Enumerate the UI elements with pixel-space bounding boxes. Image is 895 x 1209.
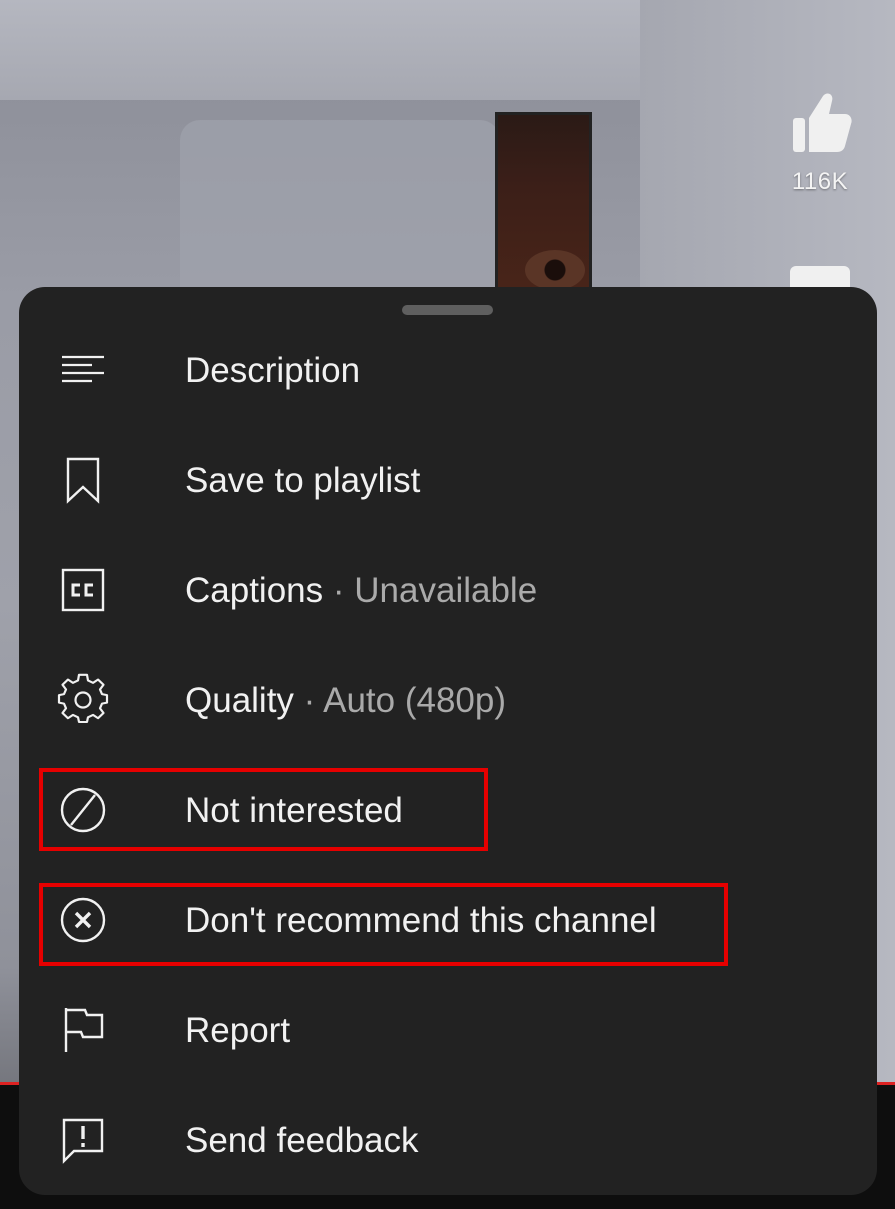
menu-item-dont-recommend-channel[interactable]: Don't recommend this channel — [19, 865, 877, 975]
menu-item-label: Save to playlist — [185, 461, 420, 501]
drag-handle[interactable] — [402, 305, 493, 315]
menu-item-label: Description — [185, 351, 360, 391]
menu-item-report[interactable]: Report — [19, 975, 877, 1085]
flag-icon — [58, 1005, 108, 1055]
captions-icon — [58, 565, 108, 615]
menu-item-not-interested[interactable]: Not interested — [19, 755, 877, 865]
description-label: Description — [185, 351, 361, 390]
block-icon — [58, 785, 108, 835]
menu-item-label: Don't recommend this channel — [185, 901, 657, 941]
menu-item-save-to-playlist[interactable]: Save to playlist — [19, 425, 877, 535]
quality-label: Quality — [185, 681, 294, 720]
menu-item-description[interactable]: Description — [19, 315, 877, 425]
more-options-sheet: Description Save to playlist Captions · … — [19, 287, 877, 1195]
close-circle-icon — [58, 895, 108, 945]
video-frame-ceiling — [0, 0, 640, 100]
menu-item-label: Quality · Auto (480p) — [185, 681, 506, 721]
quality-value: Auto (480p) — [323, 681, 507, 720]
separator-dot: · — [303, 681, 324, 720]
report-label: Report — [185, 1011, 291, 1050]
not-interested-label: Not interested — [185, 791, 403, 830]
thumbs-up-icon — [793, 93, 852, 152]
separator-dot: · — [332, 571, 355, 610]
feedback-icon — [58, 1115, 108, 1165]
video-frame-face — [525, 250, 585, 290]
menu-item-label: Report — [185, 1011, 290, 1051]
gear-icon — [57, 673, 109, 725]
menu-item-quality[interactable]: Quality · Auto (480p) — [19, 645, 877, 755]
send-feedback-label: Send feedback — [185, 1121, 419, 1160]
menu-item-label: Captions · Unavailable — [185, 571, 537, 611]
menu-item-captions[interactable]: Captions · Unavailable — [19, 535, 877, 645]
menu-item-label: Send feedback — [185, 1121, 419, 1161]
like-count: 116K — [791, 168, 849, 195]
captions-label: Captions — [185, 571, 324, 610]
bookmark-icon — [58, 455, 108, 505]
menu-item-label: Not interested — [185, 791, 403, 831]
options-menu: Description Save to playlist Captions · … — [19, 315, 877, 1195]
description-icon — [58, 345, 108, 395]
captions-status: Unavailable — [354, 571, 538, 610]
save-to-playlist-label: Save to playlist — [185, 461, 421, 500]
dont-recommend-label: Don't recommend this channel — [185, 901, 657, 940]
menu-item-send-feedback[interactable]: Send feedback — [19, 1085, 877, 1195]
like-button[interactable]: 116K — [784, 88, 856, 196]
